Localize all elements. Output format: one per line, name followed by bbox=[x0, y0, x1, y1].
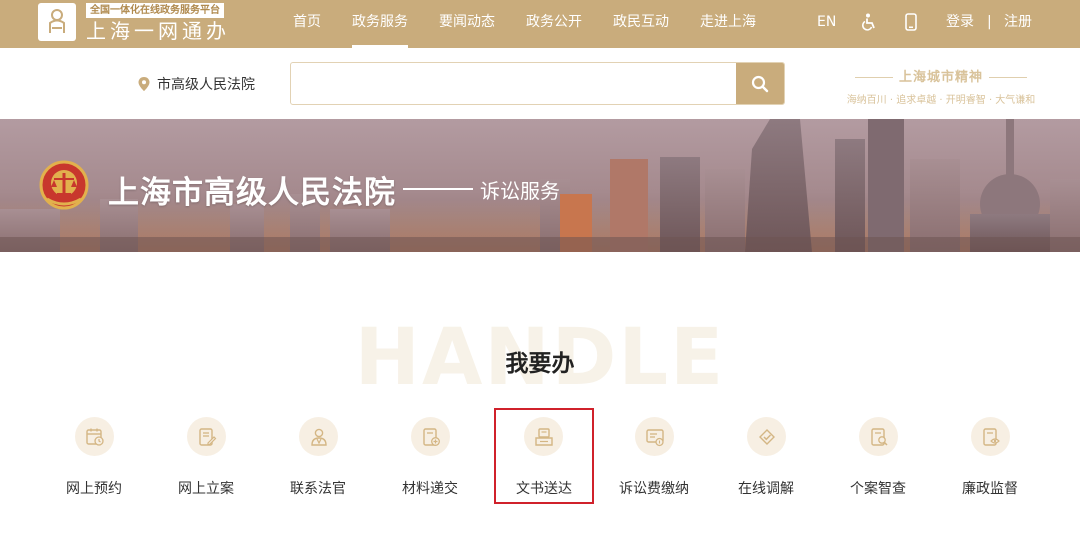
service-document-delivery[interactable]: 文书送达 bbox=[494, 408, 594, 504]
search-icon bbox=[751, 75, 769, 92]
search-button[interactable] bbox=[736, 63, 784, 104]
logo-text: 上海一网通办 bbox=[86, 19, 230, 43]
service-online-appointment[interactable]: 网上预约 bbox=[38, 408, 150, 508]
service-online-filing[interactable]: 网上立案 bbox=[150, 408, 262, 508]
service-submit-materials[interactable]: 材料递交 bbox=[374, 408, 486, 508]
service-label: 文书送达 bbox=[516, 481, 572, 497]
header-divider: | bbox=[987, 14, 992, 30]
document-delivery-icon bbox=[524, 417, 563, 456]
service-list: 网上预约 网上立案 联系法官 材料递交 文书送达 诉讼费缴纳 在线调解 个案智查… bbox=[38, 408, 1048, 508]
title-divider bbox=[403, 188, 473, 190]
search-input[interactable] bbox=[291, 63, 737, 104]
supervision-icon bbox=[971, 417, 1010, 456]
case-search-icon bbox=[859, 417, 898, 456]
mediation-icon bbox=[747, 417, 786, 456]
location-selector[interactable]: 市高级人民法院 bbox=[138, 74, 255, 94]
city-spirit: 上海城市精神 海纳百川 · 追求卓越 · 开明睿智 · 大气谦和 bbox=[836, 66, 1046, 106]
nav-item-about-shanghai[interactable]: 走进上海 bbox=[700, 0, 756, 48]
service-fee-payment[interactable]: 诉讼费缴纳 bbox=[598, 408, 710, 508]
login-link[interactable]: 登录 bbox=[946, 0, 974, 48]
court-name: 上海市高级人民法院 bbox=[108, 175, 396, 211]
city-spirit-title: 上海城市精神 bbox=[898, 70, 983, 85]
section-title: 我要办 bbox=[505, 351, 575, 377]
nav-item-government-services[interactable]: 政务服务 bbox=[352, 0, 408, 48]
nav-item-interaction[interactable]: 政民互动 bbox=[613, 0, 669, 48]
accessibility-icon[interactable] bbox=[861, 0, 877, 48]
service-integrity-supervision[interactable]: 廉政监督 bbox=[934, 408, 1046, 508]
service-case-search[interactable]: 个案智查 bbox=[822, 408, 934, 508]
nav-item-public-affairs[interactable]: 政务公开 bbox=[526, 0, 582, 48]
city-spirit-slogan: 海纳百川 · 追求卓越 · 开明睿智 · 大气谦和 bbox=[846, 95, 1036, 106]
service-label: 联系法官 bbox=[290, 481, 346, 497]
language-switch[interactable]: EN bbox=[817, 0, 836, 48]
service-label: 廉政监督 bbox=[962, 481, 1018, 497]
logo-badge: 全国一体化在线政务服务平台 bbox=[86, 3, 224, 18]
logo-emblem-icon bbox=[38, 3, 76, 41]
service-label: 网上立案 bbox=[178, 481, 234, 497]
top-navigation-bar: 全国一体化在线政务服务平台 上海一网通办 首页 政务服务 要闻动态 政务公开 政… bbox=[0, 0, 1080, 48]
service-label: 网上预约 bbox=[66, 481, 122, 497]
court-emblem-icon bbox=[39, 159, 89, 211]
service-label: 在线调解 bbox=[738, 481, 794, 497]
fee-payment-icon bbox=[635, 417, 674, 456]
service-label: 材料递交 bbox=[402, 481, 458, 497]
service-subtitle: 诉讼服务 bbox=[480, 179, 560, 203]
register-link[interactable]: 注册 bbox=[1004, 0, 1032, 48]
document-add-icon bbox=[411, 417, 450, 456]
service-label: 诉讼费缴纳 bbox=[619, 481, 689, 497]
location-label: 市高级人民法院 bbox=[157, 77, 255, 93]
search-box bbox=[290, 62, 785, 105]
court-banner: 上海市高级人民法院 诉讼服务 bbox=[0, 119, 1080, 252]
mobile-icon[interactable] bbox=[905, 0, 917, 48]
service-label: 个案智查 bbox=[850, 481, 906, 497]
calendar-clock-icon bbox=[75, 417, 114, 456]
service-contact-judge[interactable]: 联系法官 bbox=[262, 408, 374, 508]
site-logo[interactable]: 全国一体化在线政务服务平台 上海一网通办 bbox=[38, 3, 238, 43]
judge-icon bbox=[299, 417, 338, 456]
nav-item-news[interactable]: 要闻动态 bbox=[439, 0, 495, 48]
document-edit-icon bbox=[187, 417, 226, 456]
main-nav: 首页 政务服务 要闻动态 政务公开 政民互动 走进上海 bbox=[293, 0, 756, 48]
nav-item-home[interactable]: 首页 bbox=[293, 0, 321, 48]
service-online-mediation[interactable]: 在线调解 bbox=[710, 408, 822, 508]
location-pin-icon bbox=[138, 77, 150, 91]
